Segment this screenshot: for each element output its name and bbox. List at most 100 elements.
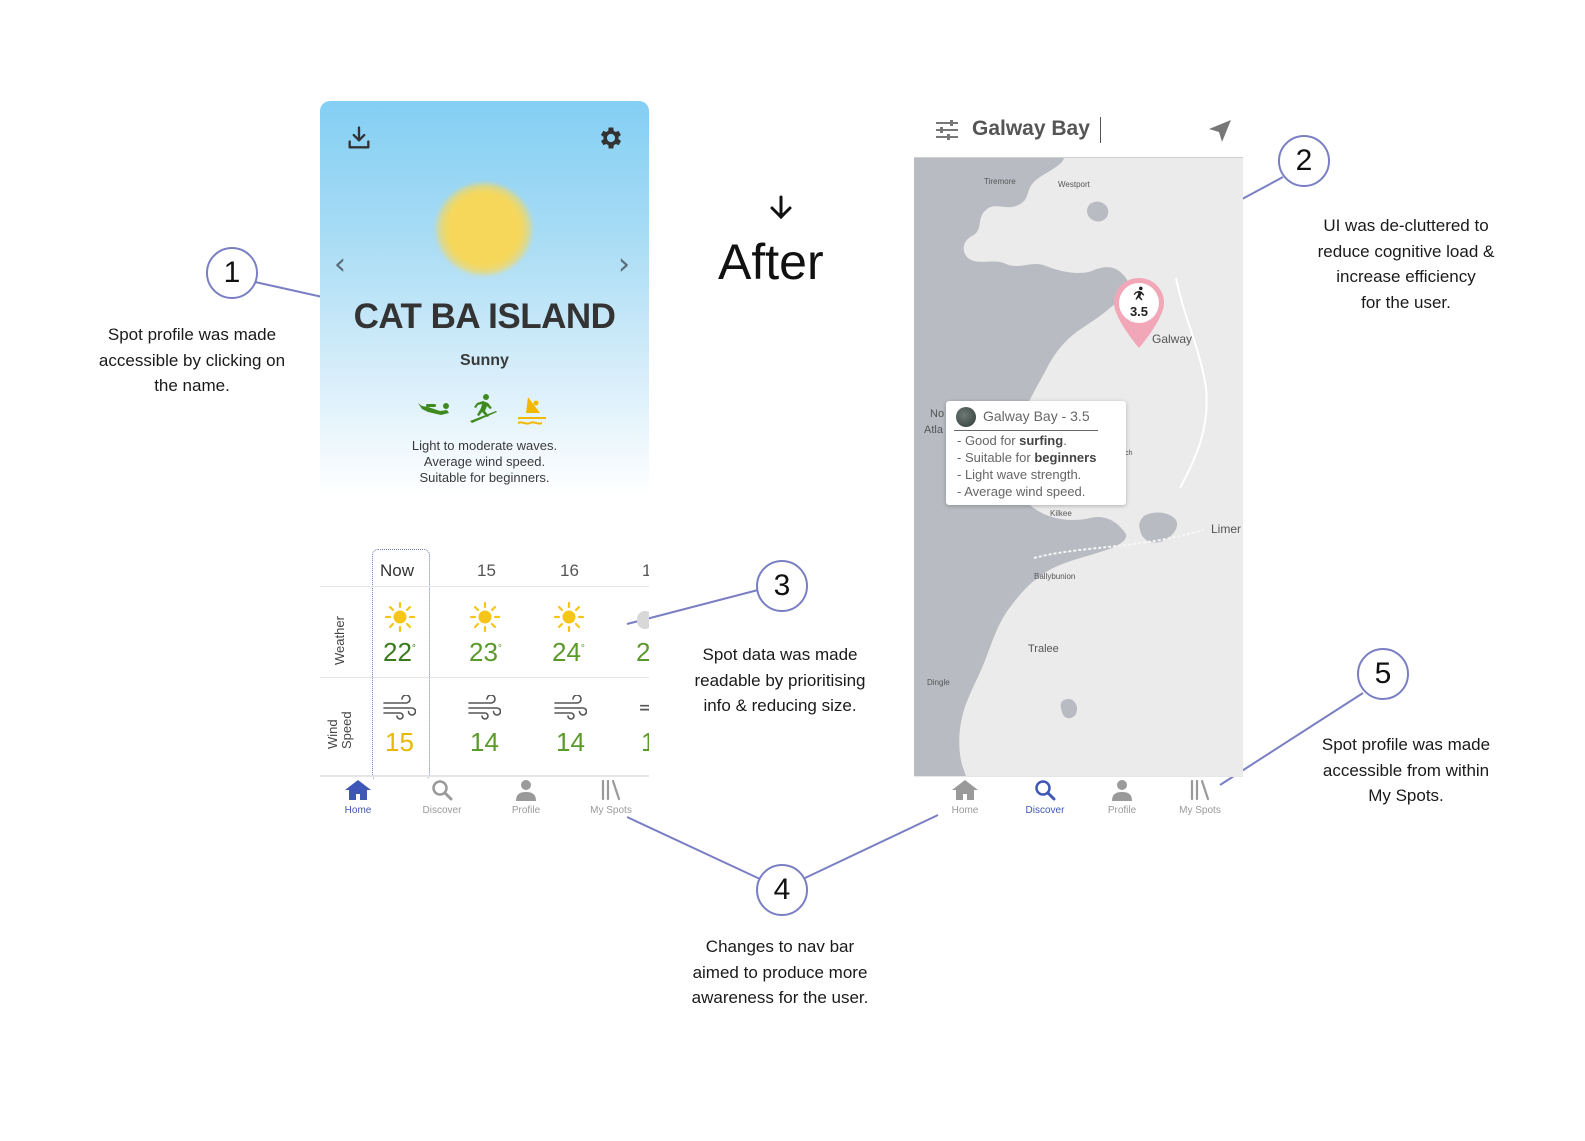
wind-row-label: Wind — [325, 719, 340, 749]
spot-name-link[interactable]: CAT BA ISLAND — [320, 297, 649, 337]
note-line: readable by prioritising — [694, 670, 866, 690]
after-phone-screen: Galway Bay Tiremore Westport Galway No A… — [914, 105, 1243, 821]
wind-icon — [468, 695, 501, 720]
note-line: accessible by clicking on — [98, 350, 286, 370]
sun-icon — [553, 601, 585, 633]
activity-icons — [416, 393, 556, 427]
map-view[interactable]: Tiremore Westport Galway No Atla Lahinch… — [914, 158, 1243, 776]
profile-icon — [1112, 780, 1132, 801]
spot-avatar — [956, 407, 976, 427]
note-line: Changes to nav bar — [705, 937, 855, 956]
nav-profile[interactable]: Profile — [491, 779, 561, 816]
sun-icon — [384, 601, 416, 633]
gear-icon — [600, 127, 622, 149]
nav-home[interactable]: Home — [930, 779, 1000, 816]
temperature-value: 2 — [636, 637, 649, 667]
nav-profile[interactable]: Profile — [1087, 779, 1157, 816]
temperature-value: 24° — [552, 637, 585, 667]
note-line: increase efficiency — [1336, 267, 1476, 286]
nav-label: Discover — [1025, 805, 1065, 816]
annotation-note: Changes to nav bar aimed to produce more… — [660, 934, 900, 1011]
map-label: Ballybunion — [1034, 572, 1076, 581]
popup-detail: - Good for surfing. — [957, 433, 1067, 448]
settings-button[interactable] — [596, 123, 626, 153]
nav-my-spots[interactable]: My Spots — [576, 779, 646, 816]
home-icon — [345, 780, 371, 800]
annotation-note: UI was de-cluttered to reduce cognitive … — [1286, 213, 1526, 315]
nav-label: Home — [951, 805, 979, 816]
nav-my-spots[interactable]: My Spots — [1165, 779, 1235, 816]
weather-condition: Sunny — [460, 352, 509, 369]
download-button[interactable] — [344, 123, 374, 153]
profile-icon — [516, 780, 536, 801]
temperature-value: 22° — [383, 637, 416, 667]
nav-label: Discover — [422, 805, 462, 816]
location-arrow-icon[interactable] — [1207, 118, 1233, 144]
annotation-note: Spot profile was made accessible by clic… — [72, 322, 312, 399]
search-icon — [1035, 780, 1056, 801]
partly-cloudy-icon — [637, 611, 649, 629]
map-label: Limer — [1211, 522, 1242, 536]
nav-home[interactable]: Home — [323, 779, 393, 816]
forecast-column-header: Now — [380, 561, 415, 580]
wind-speed-value: 15 — [385, 727, 414, 757]
forecast-column-header: 16 — [560, 561, 579, 580]
annotation-number: 2 — [1278, 135, 1330, 187]
forecast-table: Now 15 16 1 Weather Wind Speed 22° 23° 2… — [320, 549, 649, 779]
map-label: Westport — [1058, 180, 1090, 189]
note-line: aimed to produce more — [692, 962, 868, 982]
nav-label: My Spots — [1179, 805, 1221, 816]
forecast-column-header: 15 — [477, 561, 496, 580]
wind-speed-value: 14 — [470, 727, 499, 757]
note-line: for the user. — [1361, 292, 1451, 312]
wind-icon — [383, 695, 416, 720]
sun-illustration — [436, 183, 532, 275]
note-line: UI was de-cluttered to — [1323, 216, 1489, 235]
nav-label: Profile — [1107, 805, 1137, 816]
description-line: Average wind speed. — [423, 454, 546, 469]
note-line: info & reducing size. — [703, 696, 857, 715]
popup-detail: - Light wave strength. — [957, 467, 1082, 482]
weather-hero: ‹ › CAT BA ISLAND Sunny Light to moderat… — [320, 101, 649, 496]
note-line: the name. — [154, 376, 230, 395]
annotation-note: Spot data was made readable by prioritis… — [660, 642, 900, 719]
spot-map-pin[interactable]: 3.5 — [1112, 276, 1166, 350]
weather-row-label: Weather — [332, 616, 347, 665]
bottom-nav-bar: Home Discover Profile My Spots — [320, 776, 649, 821]
connector-4b — [804, 814, 939, 879]
wind-icon — [554, 695, 587, 720]
surfing-icon — [470, 394, 497, 423]
description-line: Suitable for beginners. — [419, 470, 550, 485]
nav-discover[interactable]: Discover — [1010, 779, 1080, 816]
spot-description: Light to moderate waves. Average wind sp… — [320, 438, 649, 486]
nav-discover[interactable]: Discover — [407, 779, 477, 816]
spot-popup-card[interactable]: Galway Bay - 3.5 - Good for surfing. - S… — [946, 401, 1126, 505]
search-input[interactable]: Galway Bay — [972, 117, 1090, 141]
map-search-bar: Galway Bay — [914, 105, 1243, 158]
wind-row-label: Speed — [339, 711, 354, 749]
note-line: reduce cognitive load & — [1317, 241, 1495, 261]
home-icon — [952, 780, 978, 800]
sun-icon — [469, 601, 501, 633]
previous-spot-chevron-icon[interactable]: ‹ — [334, 247, 346, 282]
wind-speed-value: 14 — [556, 727, 585, 757]
divider — [320, 677, 649, 678]
map-label: Kilkee — [1050, 509, 1072, 518]
bottom-nav-bar: Home Discover Profile My Spots — [914, 776, 1243, 821]
popup-detail: - Average wind speed. — [957, 484, 1086, 499]
divider — [320, 586, 649, 587]
annotation-number: 1 — [206, 247, 258, 299]
annotation-note: Spot profile was made accessible from wi… — [1286, 732, 1526, 809]
connector-4a — [626, 816, 761, 880]
wind-speed-value: 1 — [641, 727, 649, 757]
pin-rating: 3.5 — [1129, 304, 1149, 319]
library-icon — [601, 779, 621, 801]
library-icon — [1190, 779, 1210, 801]
note-line: My Spots. — [1368, 786, 1444, 805]
note-line: awareness for the user. — [691, 988, 869, 1007]
filter-icon[interactable] — [934, 118, 960, 142]
map-label: Atla — [924, 424, 943, 436]
before-phone-screen: ‹ › CAT BA ISLAND Sunny Light to moderat… — [320, 101, 649, 821]
next-spot-chevron-icon[interactable]: › — [618, 247, 630, 282]
text-cursor — [1100, 117, 1101, 143]
